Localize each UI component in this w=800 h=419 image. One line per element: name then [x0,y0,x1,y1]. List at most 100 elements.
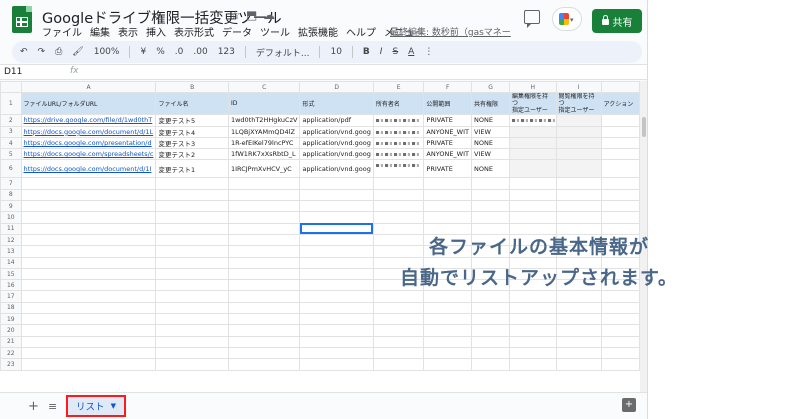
row-header[interactable]: 17 [0,290,22,303]
add-sheet-icon[interactable]: + [28,399,39,414]
redacted-owner-cell[interactable] [372,125,425,138]
cell[interactable] [423,188,472,202]
cell[interactable] [372,301,425,315]
cell[interactable] [227,177,301,190]
row-header[interactable]: 21 [0,335,22,348]
cell[interactable] [470,324,511,337]
more-options-icon[interactable]: ⋮ [424,47,433,57]
header-cell[interactable]: 所有者名 [372,92,425,116]
cell[interactable] [423,200,472,213]
cell[interactable] [470,346,511,360]
row-header[interactable]: 2 [0,114,22,127]
redacted-editors-cell[interactable] [509,114,557,127]
cell[interactable] [299,301,374,315]
header-cell[interactable]: 編集権限を持つ 指定ユーザー [509,92,557,116]
cell[interactable] [299,267,374,281]
cloud-status-icon[interactable]: ☁ [263,8,275,22]
header-cell[interactable]: 閲覧権限を持つ 指定ユーザー [555,92,602,116]
row-header[interactable]: 18 [0,301,22,315]
cell[interactable]: NONE [470,114,511,127]
cell[interactable] [600,301,640,315]
cell[interactable] [509,324,557,337]
cell[interactable] [423,358,472,371]
url-cell[interactable]: https://docs.google.com/document/d/1I [20,159,157,179]
redacted-editors-cell[interactable] [509,159,557,179]
cell[interactable] [509,148,557,161]
cell[interactable] [600,177,640,190]
cell[interactable] [20,290,157,303]
cell[interactable] [227,211,301,224]
url-cell[interactable]: https://docs.google.com/document/d/1L [20,125,157,138]
menu-data[interactable]: データ [222,24,252,39]
cell[interactable] [155,256,229,269]
cell[interactable] [299,358,374,371]
cell[interactable] [227,346,301,360]
number-format-select[interactable]: 123 [218,47,235,57]
cell[interactable] [509,177,557,190]
menu-format[interactable]: 表示形式 [174,24,214,39]
cell[interactable]: PRIVATE [423,159,472,179]
menu-extensions[interactable]: 拡張機能 [298,24,338,39]
cell[interactable] [372,200,425,213]
cell[interactable] [20,313,157,326]
header-cell[interactable]: 共有権限 [470,92,511,116]
redacted-owner-cell[interactable] [372,148,425,161]
cell[interactable]: 変更テスト3 [155,136,229,150]
url-cell[interactable]: https://docs.google.com/presentation/d [20,136,157,150]
explore-icon[interactable]: + [622,398,636,412]
cell[interactable] [155,358,229,371]
cell[interactable] [227,188,301,202]
cell[interactable] [20,233,157,247]
cell[interactable] [423,177,472,190]
cell[interactable] [423,313,472,326]
cell[interactable]: 変更テスト1 [155,159,229,179]
cell[interactable]: 1wd0thT2HHgkuCzV [227,114,301,127]
cell[interactable] [600,200,640,213]
row-header[interactable]: 19 [0,313,22,326]
redacted-owner-cell[interactable] [372,136,425,150]
cell[interactable] [555,200,602,213]
cell[interactable] [20,346,157,360]
cell[interactable] [227,301,301,315]
row-header[interactable]: 6 [0,159,22,179]
cell[interactable] [155,188,229,202]
cell[interactable] [600,188,640,202]
cell[interactable] [555,125,602,138]
cell[interactable] [555,159,602,179]
cell[interactable] [155,313,229,326]
cell[interactable] [555,324,602,337]
name-box[interactable]: D11 [4,67,22,77]
header-cell[interactable]: 公開範囲 [423,92,472,116]
column-header[interactable]: G [470,81,511,94]
cell[interactable] [600,136,640,150]
menu-help[interactable]: ヘルプ [346,24,376,39]
cell[interactable] [155,177,229,190]
all-sheets-icon[interactable]: ≡ [48,400,57,413]
cell[interactable] [227,335,301,348]
cell[interactable]: VIEW [470,148,511,161]
cell[interactable] [299,346,374,360]
cell[interactable] [423,324,472,337]
row-header[interactable]: 14 [0,256,22,269]
cell[interactable] [372,313,425,326]
cell[interactable] [600,211,640,224]
redacted-viewers-cell[interactable] [555,148,602,161]
cell[interactable] [20,279,157,292]
font-select[interactable]: デフォルト... [256,46,310,59]
url-cell[interactable]: https://docs.google.com/spreadsheets/c [20,148,157,161]
cell[interactable] [227,233,301,247]
cell[interactable] [299,200,374,213]
cell[interactable] [470,200,511,213]
cell[interactable] [20,358,157,371]
cell[interactable] [227,313,301,326]
cell[interactable] [470,358,511,371]
column-header[interactable]: E [372,81,425,94]
sheets-logo-icon[interactable] [12,6,32,33]
cell[interactable] [155,200,229,213]
increase-decimal-button[interactable]: .00 [193,47,207,57]
currency-format-button[interactable]: ¥ [140,47,146,57]
cell[interactable] [372,188,425,202]
row-header[interactable]: 15 [0,267,22,281]
cell[interactable] [155,267,229,281]
cell[interactable] [555,358,602,371]
